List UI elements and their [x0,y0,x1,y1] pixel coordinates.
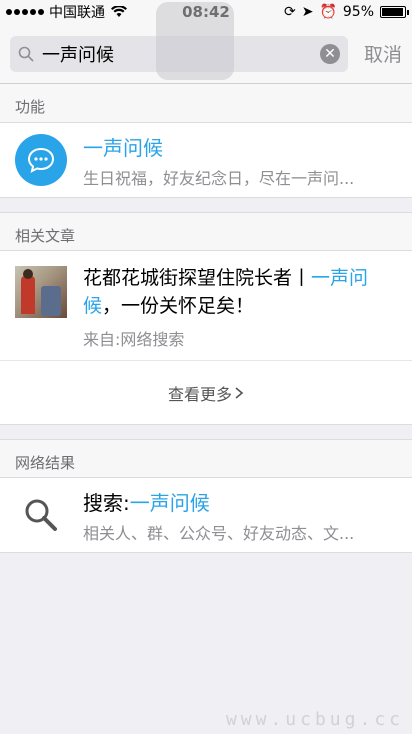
chat-bubble-icon [15,134,67,186]
article-title: 花都花城街探望住院长者丨一声问候，一份关怀足矣！ [83,267,369,317]
article-source: 来自:网络搜索 [83,330,185,349]
watermark: www.ucbug.cc [225,709,404,730]
function-subtitle: 生日祝福，好友纪念日，尽在一声问... [83,168,355,188]
see-more-label: 查看更多 [167,384,232,404]
articles-section: 花都花城街探望住院长者丨一声问候，一份关怀足矣！ 来自:网络搜索 查看更多 [0,250,412,425]
function-section: 一声问候 生日祝福，好友纪念日，尽在一声问... [0,122,412,198]
section-header-articles: 相关文章 [0,212,412,250]
chevron-right-icon [235,386,244,399]
battery-icon [380,6,409,18]
clear-icon[interactable]: ✕ [319,43,340,64]
article-thumbnail [15,266,67,318]
overlay-ghost [156,2,234,80]
search-icon [18,46,34,62]
web-search-title: 搜索:一声问候 [83,490,210,515]
web-search-item[interactable]: 搜索:一声问候 相关人、群、公众号、好友动态、文... [0,478,412,552]
function-item[interactable]: 一声问候 生日祝福，好友纪念日，尽在一声问... [0,123,412,197]
function-title: 一声问候 [83,135,163,160]
cancel-button[interactable]: 取消 [364,40,402,67]
see-more-button[interactable]: 查看更多 [0,360,412,424]
web-section: 搜索:一声问候 相关人、群、公众号、好友动态、文... [0,477,412,553]
magnifier-icon [15,489,67,541]
section-header-web: 网络结果 [0,439,412,477]
article-item[interactable]: 花都花城街探望住院长者丨一声问候，一份关怀足矣！ 来自:网络搜索 [0,251,412,360]
section-header-function: 功能 [0,84,412,122]
web-search-subtitle: 相关人、群、公众号、好友动态、文... [83,523,355,543]
